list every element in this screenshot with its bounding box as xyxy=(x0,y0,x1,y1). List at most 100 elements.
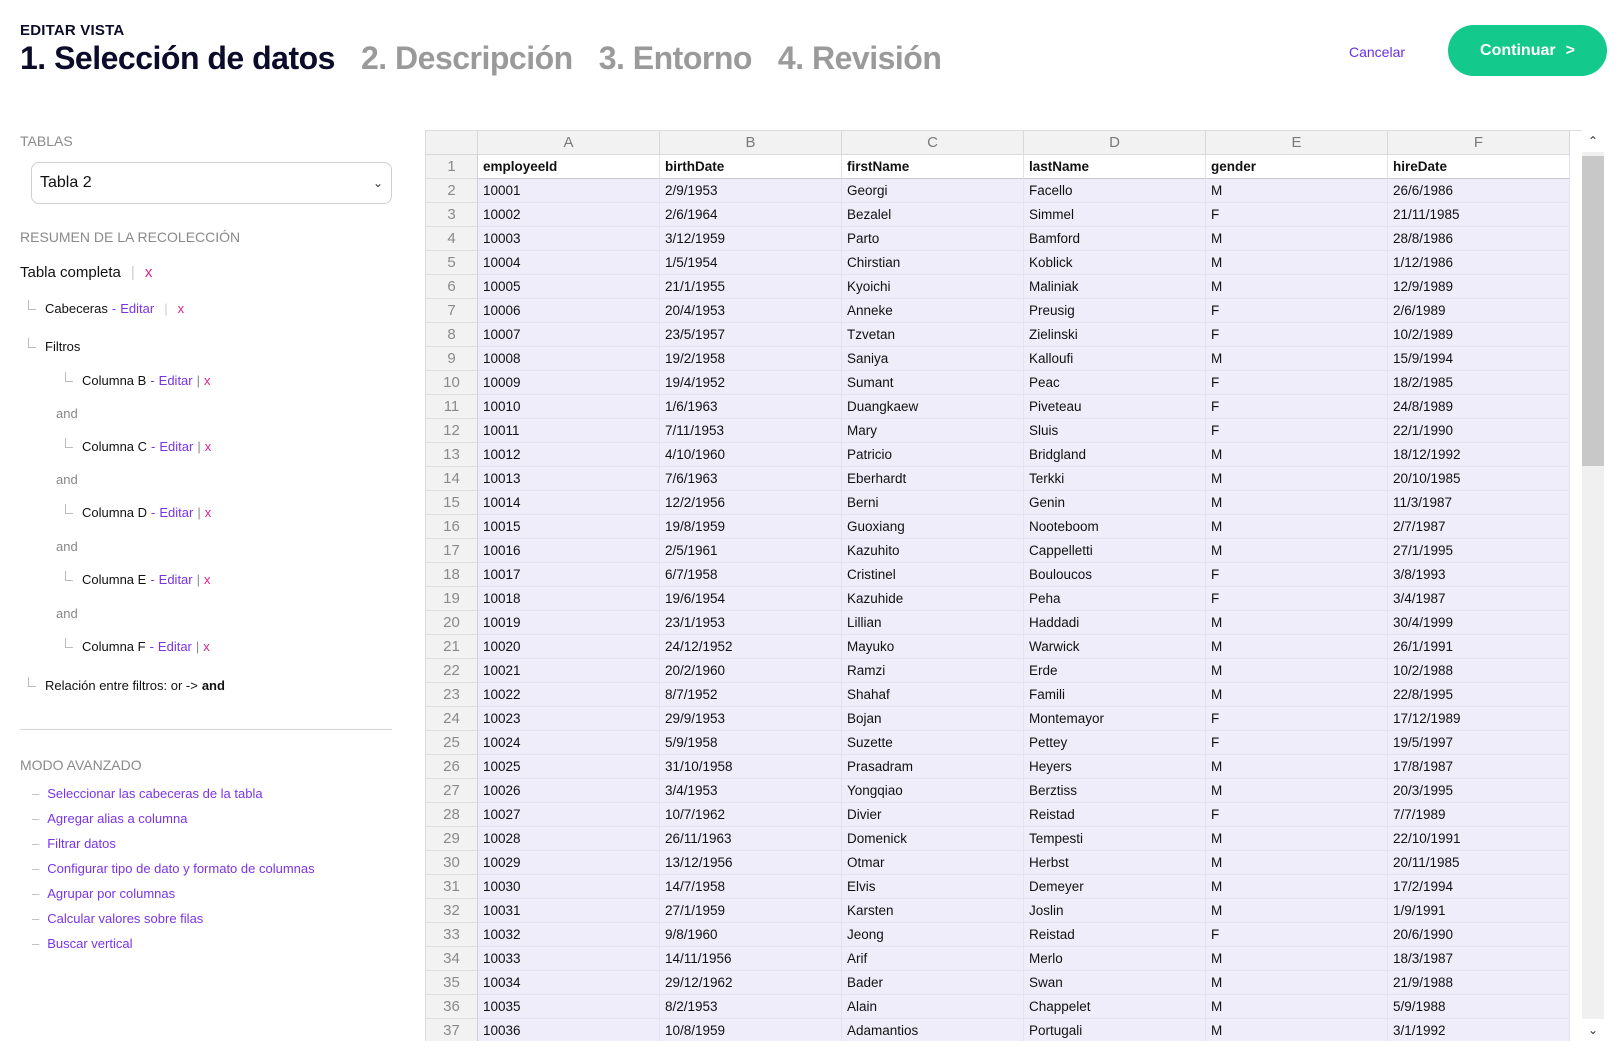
chevron-up-icon[interactable]: ⌃ xyxy=(1582,130,1604,152)
table-cell[interactable]: Joslin xyxy=(1024,899,1206,923)
row-number[interactable]: 13 xyxy=(426,443,478,467)
row-number[interactable]: 1 xyxy=(426,155,478,179)
table-cell[interactable]: Mayuko xyxy=(842,635,1024,659)
row-number[interactable]: 11 xyxy=(426,395,478,419)
row-number[interactable]: 15 xyxy=(426,491,478,515)
table-cell[interactable]: 10033 xyxy=(478,947,660,971)
table-cell[interactable]: M xyxy=(1206,467,1388,491)
table-cell[interactable]: Arif xyxy=(842,947,1024,971)
table-cell[interactable]: 10018 xyxy=(478,587,660,611)
remove-full-table-button[interactable]: x xyxy=(145,264,153,281)
table-cell[interactable]: 10/2/1989 xyxy=(1388,323,1570,347)
table-cell[interactable]: 1/9/1991 xyxy=(1388,899,1570,923)
table-cell[interactable]: Bamford xyxy=(1024,227,1206,251)
continue-button[interactable]: Continuar > xyxy=(1448,25,1607,76)
table-cell[interactable]: Georgi xyxy=(842,179,1024,203)
row-number[interactable]: 29 xyxy=(426,827,478,851)
edit-filter-link[interactable]: Editar xyxy=(159,373,193,388)
table-cell[interactable]: 2/6/1964 xyxy=(660,203,842,227)
table-cell[interactable]: Patricio xyxy=(842,443,1024,467)
table-cell[interactable]: Tzvetan xyxy=(842,323,1024,347)
table-cell[interactable]: 10013 xyxy=(478,467,660,491)
table-cell[interactable]: M xyxy=(1206,539,1388,563)
table-cell[interactable]: 19/8/1959 xyxy=(660,515,842,539)
table-cell[interactable]: 1/5/1954 xyxy=(660,251,842,275)
table-cell[interactable]: M xyxy=(1206,635,1388,659)
table-cell[interactable]: 6/7/1958 xyxy=(660,563,842,587)
table-cell[interactable]: 13/12/1956 xyxy=(660,851,842,875)
field-header-cell[interactable]: employeeId xyxy=(478,155,660,179)
field-header-cell[interactable]: hireDate xyxy=(1388,155,1570,179)
table-cell[interactable]: 10031 xyxy=(478,899,660,923)
table-cell[interactable]: 23/5/1957 xyxy=(660,323,842,347)
table-cell[interactable]: Eberhardt xyxy=(842,467,1024,491)
table-cell[interactable]: F xyxy=(1206,563,1388,587)
table-cell[interactable]: 3/4/1953 xyxy=(660,779,842,803)
table-cell[interactable]: 19/5/1997 xyxy=(1388,731,1570,755)
table-cell[interactable]: 20/3/1995 xyxy=(1388,779,1570,803)
table-cell[interactable]: M xyxy=(1206,347,1388,371)
row-number[interactable]: 19 xyxy=(426,587,478,611)
table-cell[interactable]: Terkki xyxy=(1024,467,1206,491)
table-cell[interactable]: 10028 xyxy=(478,827,660,851)
row-number[interactable]: 31 xyxy=(426,875,478,899)
table-cell[interactable]: 22/10/1991 xyxy=(1388,827,1570,851)
table-cell[interactable]: M xyxy=(1206,683,1388,707)
row-number[interactable]: 4 xyxy=(426,227,478,251)
table-cell[interactable]: 23/1/1953 xyxy=(660,611,842,635)
table-cell[interactable]: 10006 xyxy=(478,299,660,323)
table-cell[interactable]: 2/5/1961 xyxy=(660,539,842,563)
table-cell[interactable]: 10014 xyxy=(478,491,660,515)
table-cell[interactable]: 17/12/1989 xyxy=(1388,707,1570,731)
table-cell[interactable]: 7/11/1953 xyxy=(660,419,842,443)
table-cell[interactable]: Erde xyxy=(1024,659,1206,683)
table-cell[interactable]: 29/9/1953 xyxy=(660,707,842,731)
remove-filter-button[interactable]: x xyxy=(203,639,210,654)
table-cell[interactable]: F xyxy=(1206,299,1388,323)
table-cell[interactable]: 26/6/1986 xyxy=(1388,179,1570,203)
table-cell[interactable]: 24/12/1952 xyxy=(660,635,842,659)
table-cell[interactable]: 15/9/1994 xyxy=(1388,347,1570,371)
table-cell[interactable]: 4/10/1960 xyxy=(660,443,842,467)
table-cell[interactable]: 29/12/1962 xyxy=(660,971,842,995)
table-cell[interactable]: 10011 xyxy=(478,419,660,443)
table-cell[interactable]: 20/2/1960 xyxy=(660,659,842,683)
table-cell[interactable]: 10027 xyxy=(478,803,660,827)
remove-filter-button[interactable]: x xyxy=(205,505,212,520)
table-cell[interactable]: Zielinski xyxy=(1024,323,1206,347)
table-cell[interactable]: Heyers xyxy=(1024,755,1206,779)
table-cell[interactable]: F xyxy=(1206,707,1388,731)
row-number[interactable]: 17 xyxy=(426,539,478,563)
table-cell[interactable]: M xyxy=(1206,971,1388,995)
table-cell[interactable]: Adamantios xyxy=(842,1019,1024,1041)
row-number[interactable]: 14 xyxy=(426,467,478,491)
row-number[interactable]: 37 xyxy=(426,1019,478,1041)
edit-filter-link[interactable]: Editar xyxy=(159,505,193,520)
table-cell[interactable]: Yongqiao xyxy=(842,779,1024,803)
row-number[interactable]: 23 xyxy=(426,683,478,707)
table-cell[interactable]: 10004 xyxy=(478,251,660,275)
table-cell[interactable]: Facello xyxy=(1024,179,1206,203)
column-header[interactable]: E xyxy=(1206,131,1388,155)
table-cell[interactable]: Alain xyxy=(842,995,1024,1019)
table-cell[interactable]: Preusig xyxy=(1024,299,1206,323)
row-number[interactable]: 8 xyxy=(426,323,478,347)
table-cell[interactable]: Sluis xyxy=(1024,419,1206,443)
advanced-option[interactable]: – Agregar alias a columna xyxy=(32,811,187,826)
table-cell[interactable]: Karsten xyxy=(842,899,1024,923)
row-number[interactable]: 34 xyxy=(426,947,478,971)
table-cell[interactable]: 22/8/1995 xyxy=(1388,683,1570,707)
table-cell[interactable]: Suzette xyxy=(842,731,1024,755)
table-cell[interactable]: 12/9/1989 xyxy=(1388,275,1570,299)
table-cell[interactable]: F xyxy=(1206,203,1388,227)
grid-scrollbar[interactable]: ⌃ ⌄ xyxy=(1582,130,1604,1041)
remove-headers-button[interactable]: x xyxy=(178,301,185,316)
table-cell[interactable]: Ramzi xyxy=(842,659,1024,683)
table-cell[interactable]: Herbst xyxy=(1024,851,1206,875)
table-cell[interactable]: F xyxy=(1206,923,1388,947)
advanced-option[interactable]: – Seleccionar las cabeceras de la tabla xyxy=(32,786,263,801)
advanced-option[interactable]: – Calcular valores sobre filas xyxy=(32,911,203,926)
table-cell[interactable]: Jeong xyxy=(842,923,1024,947)
table-cell[interactable]: 20/6/1990 xyxy=(1388,923,1570,947)
row-number[interactable]: 25 xyxy=(426,731,478,755)
